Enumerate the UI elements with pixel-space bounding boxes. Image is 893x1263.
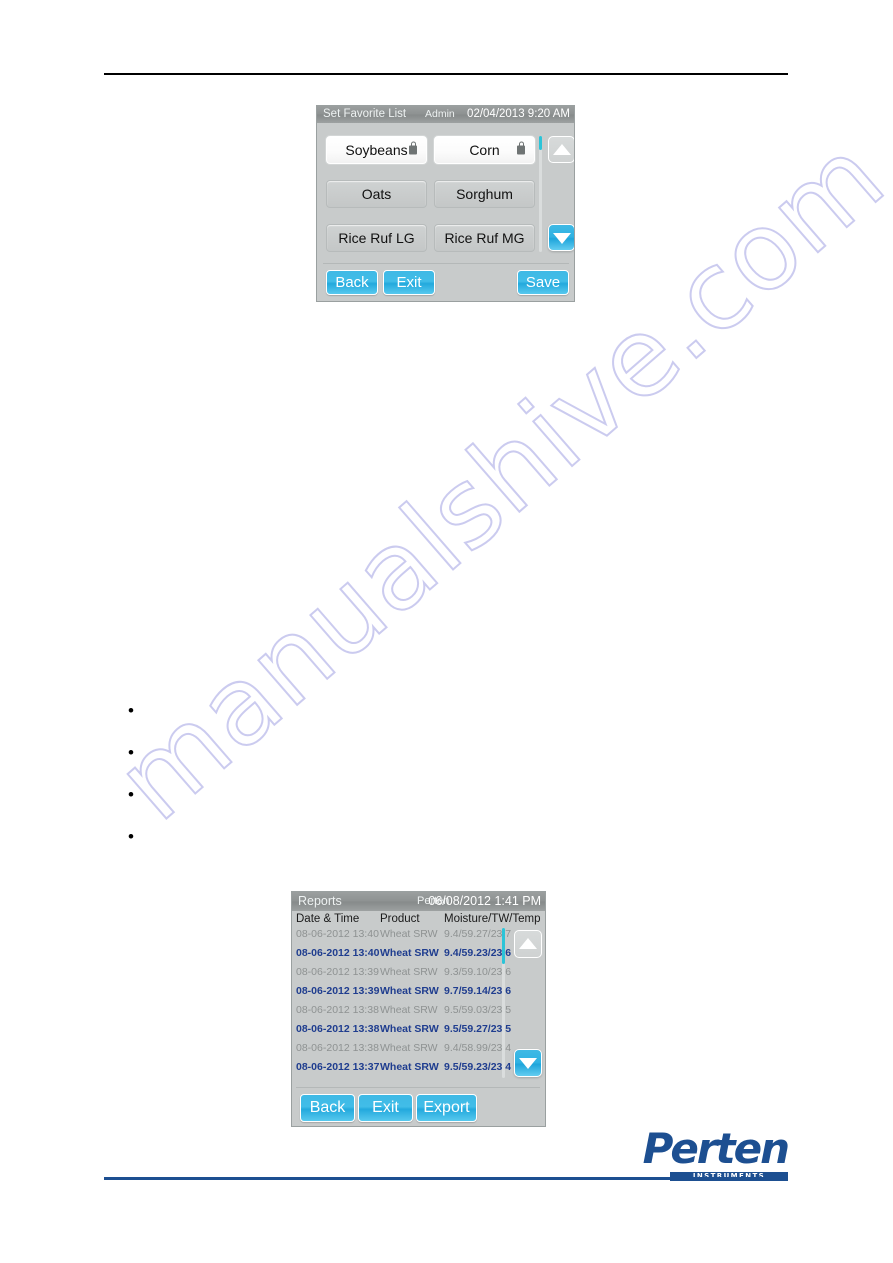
- cell-datetime: 08-06-2012 13:38: [296, 1023, 380, 1035]
- cell-datetime: 08-06-2012 13:38: [296, 1004, 379, 1016]
- grain-button-label: Rice Ruf LG: [338, 230, 415, 246]
- list-item: [128, 744, 768, 786]
- list-item: [128, 828, 768, 870]
- triangle-up-icon: [552, 143, 571, 155]
- cell-datetime: 08-06-2012 13:39: [296, 985, 380, 997]
- cell-datetime: 08-06-2012 13:40: [296, 928, 379, 940]
- reports-body: Date & Time Product Moisture/TW/Temp 08-…: [292, 911, 545, 1126]
- scroll-down-button[interactable]: [514, 1049, 542, 1077]
- list-item: [128, 702, 768, 744]
- export-button-label: Export: [423, 1099, 470, 1116]
- grain-button-label: Oats: [361, 186, 392, 202]
- list-item: [128, 786, 768, 828]
- table-row[interactable]: 08-06-2012 13:38 Wheat SRW 9.4/58.99/23.…: [292, 1042, 545, 1058]
- grain-button-rice-ruf-mg[interactable]: Rice Ruf MG: [434, 224, 535, 252]
- save-button[interactable]: Save: [517, 270, 569, 295]
- footer-divider: [104, 1177, 788, 1180]
- triangle-up-icon: [519, 937, 537, 949]
- triangle-down-icon: [519, 1058, 537, 1070]
- favorite-datetime: 02/04/2013 9:20 AM: [467, 108, 570, 120]
- back-button[interactable]: Back: [326, 270, 378, 295]
- exit-button[interactable]: Exit: [383, 270, 435, 295]
- table-row[interactable]: 08-06-2012 13:38 Wheat SRW 9.5/59.27/23.…: [292, 1023, 545, 1039]
- cell-datetime: 08-06-2012 13:39: [296, 966, 379, 978]
- scroll-down-button[interactable]: [548, 224, 574, 251]
- favorite-user-label: Admin: [425, 108, 455, 120]
- bullet-list: [128, 702, 768, 870]
- scroll-up-button[interactable]: [548, 136, 574, 163]
- reports-scrollbar-thumb[interactable]: [502, 928, 505, 964]
- triangle-down-icon: [552, 232, 571, 244]
- table-row[interactable]: 08-06-2012 13:38 Wheat SRW 9.5/59.03/23.…: [292, 1004, 545, 1020]
- grain-button-soybeans[interactable]: Soybeans: [326, 136, 427, 164]
- grain-button-sorghum[interactable]: Sorghum: [434, 180, 535, 208]
- export-button[interactable]: Export: [416, 1094, 477, 1122]
- table-row[interactable]: 08-06-2012 13:40 Wheat SRW 9.4/59.23/23.…: [292, 947, 545, 963]
- lock-icon: [409, 141, 417, 155]
- reports-title: Reports: [298, 894, 342, 908]
- column-header-datetime: Date & Time: [296, 913, 360, 925]
- table-row[interactable]: 08-06-2012 13:39 Wheat SRW 9.7/59.14/23.…: [292, 985, 545, 1001]
- cell-product: Wheat SRW: [380, 1042, 438, 1054]
- back-button-label: Back: [335, 274, 369, 291]
- grain-button-label: Sorghum: [456, 186, 513, 202]
- cell-datetime: 08-06-2012 13:37: [296, 1061, 380, 1073]
- favorite-scrollbar-thumb[interactable]: [539, 136, 542, 150]
- grain-button-corn[interactable]: Corn: [434, 136, 535, 164]
- grain-button-oats[interactable]: Oats: [326, 180, 427, 208]
- favorite-scrollbar-track[interactable]: [539, 136, 542, 252]
- reports-screenshot: Reports Perten 06/08/2012 1:41 PM Date &…: [291, 891, 546, 1127]
- reports-titlebar: Reports Perten 06/08/2012 1:41 PM: [292, 892, 545, 911]
- back-button-label: Back: [309, 1099, 346, 1116]
- exit-button-label: Exit: [396, 274, 422, 291]
- grain-button-label: Rice Ruf MG: [444, 230, 525, 246]
- save-button-label: Save: [525, 274, 561, 291]
- grain-button-rice-ruf-lg[interactable]: Rice Ruf LG: [326, 224, 427, 252]
- set-favorite-list-screenshot: Set Favorite List Admin 02/04/2013 9:20 …: [316, 105, 575, 302]
- favorite-button-bar-divider: [323, 263, 569, 264]
- table-row[interactable]: 08-06-2012 13:40 Wheat SRW 9.4/59.27/23.…: [292, 928, 545, 944]
- cell-product: Wheat SRW: [380, 985, 439, 997]
- header-divider: [104, 73, 788, 75]
- lock-icon: [517, 141, 525, 155]
- cell-product: Wheat SRW: [380, 928, 438, 940]
- exit-button-label: Exit: [372, 1099, 399, 1116]
- cell-product: Wheat SRW: [380, 1023, 439, 1035]
- favorite-title: Set Favorite List: [323, 108, 407, 120]
- scroll-up-button[interactable]: [514, 930, 542, 958]
- brand-name: Perten: [642, 1124, 790, 1173]
- reports-button-bar-divider: [296, 1087, 540, 1088]
- exit-button[interactable]: Exit: [358, 1094, 413, 1122]
- table-row[interactable]: 08-06-2012 13:39 Wheat SRW 9.3/59.10/23.…: [292, 966, 545, 982]
- reports-datetime: 06/08/2012 1:41 PM: [428, 894, 541, 908]
- favorite-body: Soybeans Corn Oats Sorghum Rice Ruf LG R…: [317, 123, 574, 301]
- cell-datetime: 08-06-2012 13:40: [296, 947, 380, 959]
- cell-product: Wheat SRW: [380, 966, 438, 978]
- document-page: Set Favorite List Admin 02/04/2013 9:20 …: [0, 0, 893, 1263]
- favorite-titlebar: Set Favorite List Admin 02/04/2013 9:20 …: [317, 106, 574, 123]
- cell-datetime: 08-06-2012 13:38: [296, 1042, 379, 1054]
- table-row[interactable]: 08-06-2012 13:37 Wheat SRW 9.5/59.23/23.…: [292, 1061, 545, 1077]
- column-header-measurement: Moisture/TW/Temp: [444, 913, 541, 925]
- cell-product: Wheat SRW: [380, 1061, 439, 1073]
- brand-logo: Perten INSTRUMENTS: [608, 1128, 790, 1181]
- back-button[interactable]: Back: [300, 1094, 355, 1122]
- column-header-product: Product: [380, 913, 420, 925]
- cell-product: Wheat SRW: [380, 1004, 438, 1016]
- cell-product: Wheat SRW: [380, 947, 439, 959]
